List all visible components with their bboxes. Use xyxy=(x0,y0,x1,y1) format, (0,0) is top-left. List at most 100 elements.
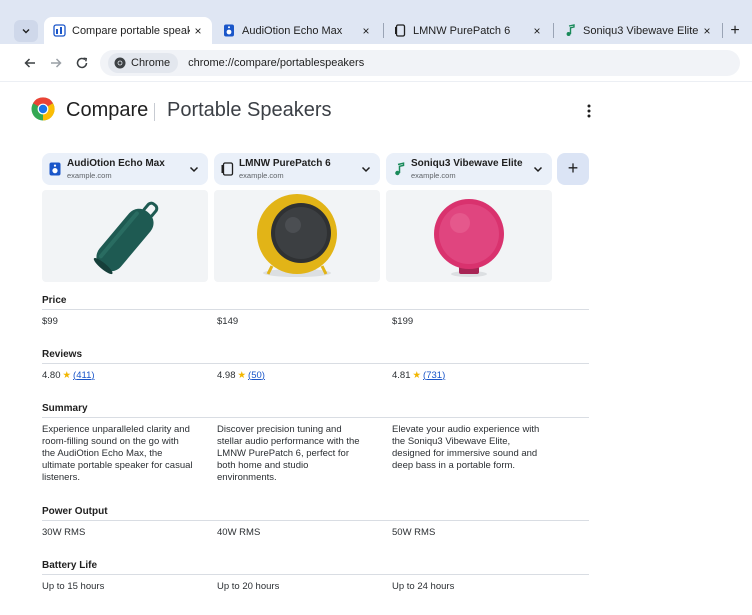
tab-compare[interactable]: Compare portable speake × xyxy=(44,17,212,44)
url-text: chrome://compare/portablespeakers xyxy=(188,57,365,69)
arrow-left-icon xyxy=(24,58,35,68)
speaker-3-image xyxy=(434,199,504,277)
paren-close: ) xyxy=(91,370,95,381)
section-divider xyxy=(42,363,589,364)
star-icon: ★ xyxy=(412,370,422,381)
tab-title: Compare portable speake xyxy=(72,24,190,37)
section-reviews-label: Reviews xyxy=(42,349,83,360)
chevron-down-icon xyxy=(361,166,371,173)
price-cell: $99 xyxy=(42,316,58,327)
site-info-chip[interactable]: Chrome xyxy=(108,53,179,73)
product-site: example.com xyxy=(411,171,456,180)
power-cell: 50W RMS xyxy=(392,527,436,538)
rating-value: 4.81 xyxy=(392,370,411,381)
price-cell: $149 xyxy=(217,316,239,327)
review-cell: 4.81 ★ (731) xyxy=(392,370,445,382)
toolbar: Chrome chrome://compare/portablespeakers xyxy=(0,44,752,82)
page-title: Portable Speakers xyxy=(167,99,332,121)
summary-cell: Discover precision tuning and stellar au… xyxy=(217,424,360,483)
new-tab-button[interactable]: + xyxy=(725,20,745,42)
review-count-link[interactable]: (50) xyxy=(248,370,265,381)
review-cell: 4.98 ★ (50) xyxy=(217,370,265,382)
speaker-icon xyxy=(49,162,61,176)
section-divider xyxy=(42,309,589,310)
rating-value: 4.80 xyxy=(42,370,61,381)
product-image-1 xyxy=(42,190,208,282)
price-cell: $199 xyxy=(392,316,414,327)
compare-icon xyxy=(52,24,66,38)
product-name: AudiOtion Echo Max xyxy=(67,158,165,169)
review-count: 411 xyxy=(76,370,92,381)
chip-label: Chrome xyxy=(131,57,171,69)
section-power-label: Power Output xyxy=(42,506,108,517)
address-bar[interactable]: Chrome chrome://compare/portablespeakers xyxy=(100,50,740,76)
star-icon: ★ xyxy=(62,370,72,381)
tab-separator xyxy=(553,23,554,38)
section-divider xyxy=(42,574,589,575)
review-count: 50 xyxy=(251,370,262,381)
chevron-down-icon xyxy=(189,166,199,173)
section-divider xyxy=(42,520,589,521)
brand-name: Compare xyxy=(66,99,149,121)
review-cell: 4.80 ★ (411) xyxy=(42,370,95,382)
close-tab-button[interactable]: × xyxy=(699,24,715,38)
speaker-icon xyxy=(221,162,234,176)
product-selector-2[interactable]: LMNW PurePatch 6 example.com xyxy=(214,153,380,185)
speaker-icon xyxy=(393,24,407,38)
product-site: example.com xyxy=(67,171,112,180)
product-selector-3[interactable]: Soniqu3 Vibewave Elite example.com xyxy=(386,153,552,185)
review-count: 731 xyxy=(426,370,443,381)
speaker-icon xyxy=(222,24,236,38)
tab-lmnw[interactable]: LMNW PurePatch 6 × xyxy=(385,17,551,44)
power-cell: 40W RMS xyxy=(217,527,261,538)
star-icon: ★ xyxy=(237,370,247,381)
compare-page: Compare Portable Speakers AudiOtion Echo… xyxy=(0,83,752,615)
speaker-1-image xyxy=(93,201,159,275)
speaker-2-image xyxy=(257,194,337,277)
section-divider xyxy=(42,417,589,418)
tab-title: Soniqu3 Vibewave Elite xyxy=(583,24,699,37)
tab-title: LMNW PurePatch 6 xyxy=(413,24,511,37)
more-options-button[interactable] xyxy=(580,101,598,121)
section-price-label: Price xyxy=(42,295,67,306)
arrow-right-icon xyxy=(51,58,62,68)
rating-value: 4.98 xyxy=(217,370,236,381)
close-tab-button[interactable]: × xyxy=(529,24,545,38)
reload-icon xyxy=(76,57,88,69)
chrome-icon xyxy=(114,57,126,69)
forward-button[interactable] xyxy=(46,53,66,73)
close-tab-button[interactable]: × xyxy=(190,24,206,38)
paren-close: ) xyxy=(261,370,265,381)
battery-cell: Up to 24 hours xyxy=(392,581,455,592)
chrome-logo-icon xyxy=(31,97,55,121)
tab-search-button[interactable] xyxy=(14,20,38,42)
more-vert-icon xyxy=(587,104,591,118)
tab-separator xyxy=(383,23,384,38)
summary-cell: Elevate your audio experience with the S… xyxy=(392,424,540,471)
title-divider xyxy=(154,103,155,121)
tab-separator xyxy=(722,23,723,38)
product-site: example.com xyxy=(239,171,284,180)
product-image-2 xyxy=(214,190,380,282)
product-selector-1[interactable]: AudiOtion Echo Max example.com xyxy=(42,153,208,185)
reload-button[interactable] xyxy=(72,53,92,73)
battery-cell: Up to 15 hours xyxy=(42,581,105,592)
tab-title: AudiOtion Echo Max xyxy=(242,24,343,37)
music-note-icon xyxy=(395,162,405,176)
product-name: Soniqu3 Vibewave Elite xyxy=(411,158,523,169)
power-cell: 30W RMS xyxy=(42,527,86,538)
chevron-down-icon xyxy=(533,166,543,173)
section-summary-label: Summary xyxy=(42,403,88,414)
tab-audiotion[interactable]: AudiOtion Echo Max × xyxy=(214,17,380,44)
paren-close: ) xyxy=(442,370,446,381)
review-count-link[interactable]: (411) xyxy=(73,370,95,381)
tab-soniqu3[interactable]: Soniqu3 Vibewave Elite × xyxy=(555,17,721,44)
close-tab-button[interactable]: × xyxy=(358,24,374,38)
product-name: LMNW PurePatch 6 xyxy=(239,158,331,169)
summary-cell: Experience unparalleled clarity and room… xyxy=(42,424,193,483)
chevron-down-icon xyxy=(22,29,30,34)
review-count-link[interactable]: (731) xyxy=(423,370,445,381)
section-battery-label: Battery Life xyxy=(42,560,98,571)
back-button[interactable] xyxy=(20,53,40,73)
add-product-button[interactable]: + xyxy=(557,153,589,185)
